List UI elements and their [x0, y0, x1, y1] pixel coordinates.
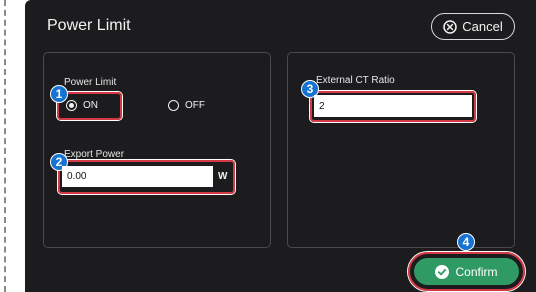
circle-x-icon	[443, 19, 458, 34]
margin-dashed-line	[4, 0, 6, 292]
cancel-button[interactable]: Cancel	[431, 13, 515, 40]
confirm-button[interactable]: Confirm	[414, 258, 519, 285]
radio-power-limit-on[interactable]: ON	[66, 100, 98, 111]
radio-off-indicator	[168, 100, 179, 111]
export-power-label: Export Power	[64, 149, 125, 160]
ct-ratio-label: External CT Ratio	[316, 75, 395, 86]
power-limit-label: Power Limit	[64, 77, 117, 88]
dialog-title: Power Limit	[47, 17, 131, 34]
radio-on-label: ON	[83, 100, 98, 111]
confirm-button-label: Confirm	[455, 264, 498, 279]
radio-off-label: OFF	[185, 100, 205, 111]
radio-power-limit-off[interactable]: OFF	[168, 100, 205, 111]
export-power-unit: W	[218, 171, 228, 182]
radio-on-indicator	[66, 100, 77, 111]
ct-ratio-input[interactable]: 2	[314, 95, 472, 117]
power-limit-dialog: Power Limit Cancel Power Limit 1 ON OFF …	[25, 0, 536, 292]
export-power-input[interactable]: 0.00	[62, 166, 213, 187]
cancel-button-label: Cancel	[462, 19, 503, 34]
step-badge-4: 4	[457, 233, 475, 251]
circle-check-icon	[435, 264, 450, 279]
